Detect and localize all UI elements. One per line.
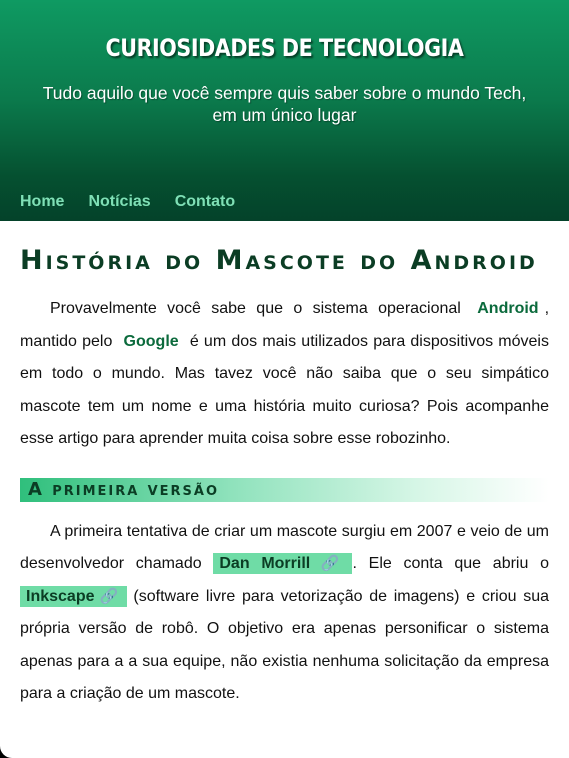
site-title: CURIOSIDADES DE TECNOLOGIA (105, 34, 464, 62)
link-icon: 🔗 (97, 587, 121, 605)
inkscape-link[interactable]: Inkscape 🔗 (20, 585, 127, 607)
site-subtitle: Tudo aquilo que você sempre quis saber s… (42, 83, 527, 125)
nav-contato-link[interactable]: Contato (175, 193, 235, 211)
nav-noticias-link[interactable]: Notícias (88, 193, 150, 211)
article: História do Mascote do Android Provavelm… (0, 221, 569, 711)
page: CURIOSIDADES DE TECNOLOGIA Tudo aquilo q… (0, 0, 569, 758)
dan-morrill-link[interactable]: Dan Morrill 🔗 (213, 553, 353, 574)
link-icon: 🔗 (313, 555, 347, 572)
section-heading: A primeira versão (20, 477, 549, 502)
section-paragraph: A primeira tentativa de criar um mascote… (20, 516, 549, 711)
section-text-2: . Ele conta que abriu o (352, 555, 550, 572)
nav-home-link[interactable]: Home (20, 193, 64, 211)
article-title: História do Mascote do Android (20, 245, 538, 276)
section-heading-text: A primeira versão (28, 479, 219, 500)
android-keyword: Android (477, 300, 539, 317)
intro-text-1: Provavelmente você sabe que o sistema op… (50, 300, 461, 317)
google-keyword: Google (123, 332, 179, 350)
dan-morrill-label: Dan Morrill (219, 555, 311, 572)
inkscape-label: Inkscape (26, 587, 95, 605)
main-nav: Home Notícias Contato (20, 193, 235, 211)
site-header: CURIOSIDADES DE TECNOLOGIA Tudo aquilo q… (0, 0, 569, 221)
intro-paragraph: Provavelmente você sabe que o sistema op… (20, 293, 549, 456)
